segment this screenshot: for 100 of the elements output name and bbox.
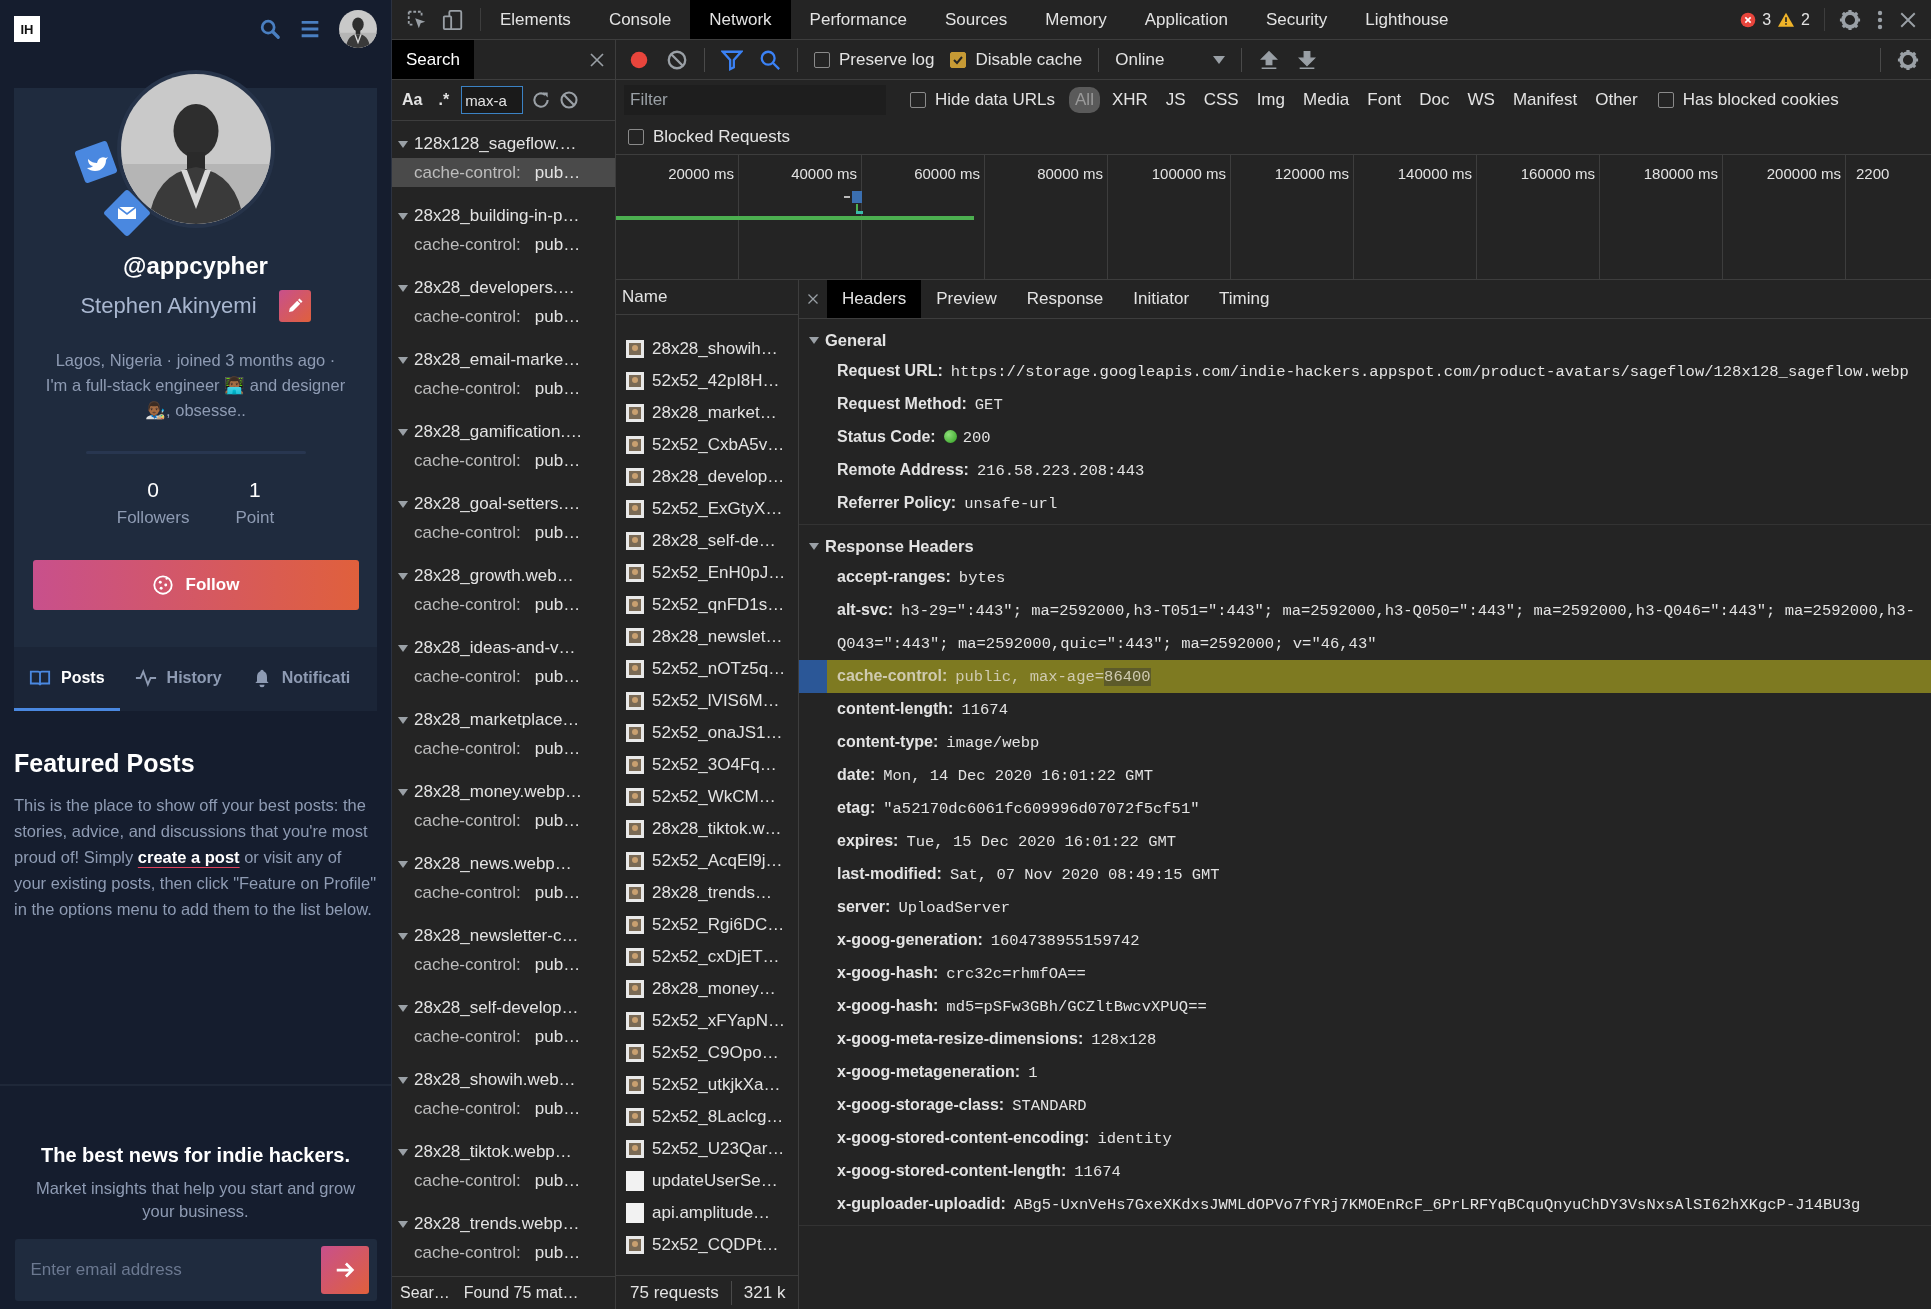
search-match[interactable]: cache-control: pub…	[392, 158, 615, 187]
result-file[interactable]: 28x28_marketplace…	[392, 705, 615, 734]
checkbox-label[interactable]: Preserve log	[839, 49, 935, 70]
request-row[interactable]: 52x52_nOTz5q…	[616, 653, 798, 685]
search-match[interactable]: cache-control: pub…	[392, 878, 615, 907]
search-match[interactable]: cache-control: pub…	[392, 950, 615, 979]
result-file[interactable]: 28x28_developers.…	[392, 273, 615, 302]
close-icon[interactable]	[807, 293, 819, 305]
request-row[interactable]: 28x28_tiktok.w…	[616, 813, 798, 845]
details-tab[interactable]: Preview	[921, 280, 1012, 318]
request-row[interactable]: 52x52_onaJS1…	[616, 717, 798, 749]
expand-arrow-icon[interactable]	[398, 138, 408, 149]
search-match[interactable]: cache-control: pub…	[392, 230, 615, 259]
checkbox-label[interactable]: Hide data URLs	[935, 90, 1055, 110]
request-row[interactable]: updateUserSe…	[616, 1165, 798, 1197]
expand-arrow-icon[interactable]	[398, 570, 408, 581]
search-match[interactable]: cache-control: pub…	[392, 302, 615, 331]
devtools-tab[interactable]: Security	[1246, 0, 1347, 39]
details-tab[interactable]: Headers	[827, 280, 922, 318]
settings-icon[interactable]	[1897, 48, 1919, 71]
checkbox[interactable]	[1657, 92, 1674, 108]
request-row[interactable]: 52x52_utkjkXa…	[616, 1069, 798, 1101]
request-row[interactable]: 52x52_CxbA5v…	[616, 429, 798, 461]
search-match[interactable]: cache-control: pub…	[392, 662, 615, 691]
edit-button[interactable]	[278, 290, 311, 322]
request-row[interactable]: 52x52_3O4Fq…	[616, 749, 798, 781]
request-row[interactable]: 52x52_EnH0pJ…	[616, 557, 798, 589]
result-file[interactable]: 28x28_self-develop…	[392, 993, 615, 1022]
request-row[interactable]: 28x28_self-de…	[616, 525, 798, 557]
download-icon[interactable]	[1296, 48, 1319, 71]
result-file[interactable]: 28x28_email-marke…	[392, 345, 615, 374]
devtools-tab[interactable]: Performance	[790, 0, 926, 39]
result-file[interactable]: 128x128_sageflow.…	[392, 129, 615, 158]
follow-button[interactable]: Follow	[32, 560, 359, 610]
expand-arrow-icon[interactable]	[398, 1074, 408, 1085]
request-row[interactable]: api.amplitude…	[616, 1197, 798, 1229]
result-file[interactable]: 28x28_news.webp…	[392, 849, 615, 878]
request-row[interactable]: 28x28_trends…	[616, 877, 798, 909]
result-file[interactable]: 28x28_building-in-p…	[392, 201, 615, 230]
search-match[interactable]: cache-control: pub…	[392, 1166, 615, 1195]
checkbox-label[interactable]: Disable cache	[975, 49, 1083, 70]
clear-icon[interactable]	[559, 90, 580, 110]
result-file[interactable]: 28x28_ideas-and-v…	[392, 633, 615, 662]
search-match[interactable]: cache-control: pub…	[392, 806, 615, 835]
search-match[interactable]: cache-control: pub…	[392, 1238, 615, 1267]
type-filter-button[interactable]: Media	[1297, 87, 1356, 113]
details-tab[interactable]: Initiator	[1118, 280, 1205, 318]
create-post-link[interactable]: create a post	[137, 848, 240, 866]
devtools-tab[interactable]: Application	[1125, 0, 1247, 39]
expand-arrow-icon[interactable]	[809, 335, 819, 345]
result-file[interactable]: 28x28_growth.web…	[392, 561, 615, 590]
result-file[interactable]: 28x28_showih.web…	[392, 1065, 615, 1094]
search-field[interactable]: max-a	[461, 86, 524, 114]
expand-arrow-icon[interactable]	[398, 1146, 408, 1157]
search-icon[interactable]	[259, 18, 281, 40]
request-row[interactable]: 28x28_money…	[616, 973, 798, 1005]
expand-arrow-icon[interactable]	[398, 354, 408, 365]
submit-button[interactable]	[320, 1246, 369, 1294]
expand-arrow-icon[interactable]	[398, 930, 408, 941]
expand-arrow-icon[interactable]	[398, 498, 408, 509]
request-row[interactable]: 52x52_xFYapN…	[616, 1005, 798, 1037]
close-icon[interactable]	[589, 51, 605, 68]
type-filter-button[interactable]: Manifest	[1506, 87, 1584, 113]
expand-arrow-icon[interactable]	[398, 210, 408, 221]
expand-arrow-icon[interactable]	[398, 858, 408, 869]
type-filter-button[interactable]: CSS	[1197, 87, 1245, 113]
checkbox[interactable]	[950, 51, 967, 68]
device-icon[interactable]	[442, 8, 464, 31]
type-filter-button[interactable]: JS	[1159, 87, 1192, 113]
search-icon[interactable]	[759, 48, 781, 71]
request-row[interactable]: 28x28_develop…	[616, 461, 798, 493]
settings-icon[interactable]	[1839, 8, 1861, 31]
profile-tab[interactable]: Posts	[14, 647, 120, 711]
type-filter-button[interactable]: XHR	[1105, 87, 1154, 113]
expand-arrow-icon[interactable]	[398, 642, 408, 653]
result-file[interactable]: 28x28_gamification.…	[392, 417, 615, 446]
expand-arrow-icon[interactable]	[398, 282, 408, 293]
logo[interactable]: IH	[14, 16, 40, 42]
request-row[interactable]: 52x52_8Laclcg…	[616, 1101, 798, 1133]
result-file[interactable]: 28x28_trends.webp…	[392, 1209, 615, 1238]
expand-arrow-icon[interactable]	[398, 786, 408, 797]
request-row[interactable]: 52x52_CQDPt…	[616, 1229, 798, 1261]
devtools-tab[interactable]: Sources	[925, 0, 1027, 39]
request-row[interactable]: 52x52_U23Qar…	[616, 1133, 798, 1165]
devtools-tab[interactable]: Console	[589, 0, 691, 39]
request-row[interactable]: 52x52_cxDjET…	[616, 941, 798, 973]
panel-tab[interactable]: Search	[392, 40, 474, 79]
throttle-select[interactable]: Online	[1115, 49, 1226, 70]
type-filter-button[interactable]: Img	[1250, 87, 1291, 113]
checkbox-label[interactable]: Blocked Requests	[653, 127, 791, 147]
regex-button[interactable]: .*	[434, 91, 454, 109]
devtools-tab[interactable]: Memory	[1026, 0, 1126, 39]
search-match[interactable]: cache-control: pub…	[392, 1094, 615, 1123]
menu-icon[interactable]	[299, 19, 321, 39]
result-file[interactable]: 28x28_money.webp…	[392, 777, 615, 806]
expand-arrow-icon[interactable]	[398, 1002, 408, 1013]
section-header[interactable]: General	[799, 325, 1931, 355]
search-match[interactable]: cache-control: pub…	[392, 1022, 615, 1051]
checkbox-label[interactable]: Has blocked cookies	[1682, 90, 1839, 110]
request-row[interactable]: 52x52_WkCM…	[616, 781, 798, 813]
